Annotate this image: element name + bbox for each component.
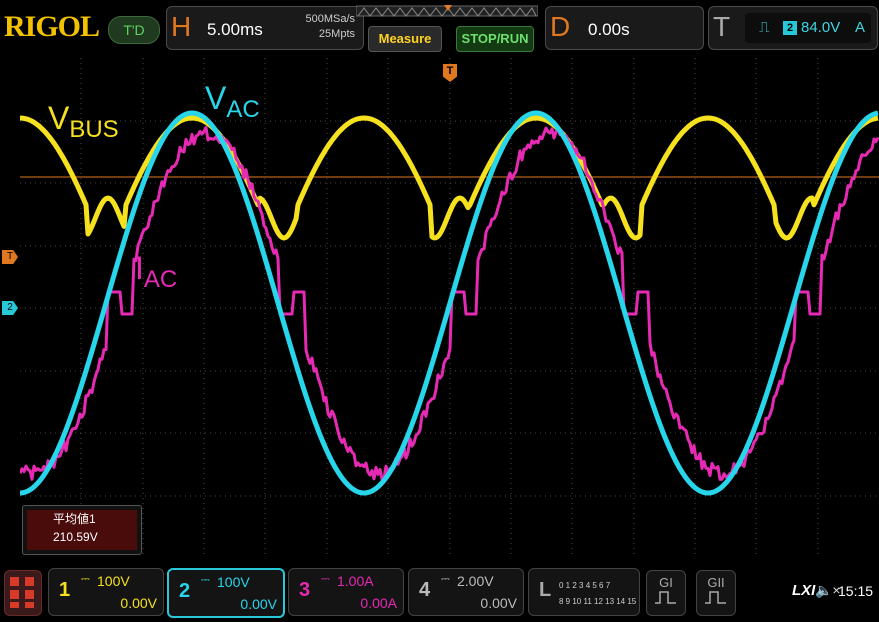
timebase-value: 5.00ms (207, 20, 263, 40)
ch2-offset: 0.00V (240, 596, 277, 612)
horizontal-letter: H (171, 11, 191, 43)
ch3-number: 3 (299, 579, 310, 602)
logic-analyzer-box[interactable]: L 0 1 2 3 4 5 6 7 8 9 10 11 12 13 14 15 (528, 568, 640, 616)
rising-edge-icon: ⎍ (759, 19, 770, 36)
vac-label: VAC (205, 80, 260, 124)
clock: 15:15 (838, 583, 873, 599)
ch4-offset: 0.00V (480, 595, 517, 611)
square-wave-icon (704, 590, 728, 604)
trigger-settings: ⎍ 2 84.0V A (745, 13, 871, 43)
waveform-display[interactable] (20, 58, 879, 558)
memory-position-strip[interactable] (356, 4, 538, 18)
dc-coupling-icon: ⎓ (81, 573, 90, 586)
logic-letter: L (539, 579, 551, 602)
memory-depth: 25Mpts (319, 28, 355, 40)
generator-2-button[interactable]: GII (696, 570, 736, 616)
measurement-value: 210.59V (53, 530, 98, 544)
square-wave-icon (654, 590, 678, 604)
dc-coupling-icon: ⎓ (321, 573, 330, 586)
ch4-number: 4 (419, 579, 430, 602)
vac-waveform (20, 113, 878, 493)
ch2-number: 2 (179, 580, 190, 603)
trigger-panel[interactable]: T ⎍ 2 84.0V A (708, 6, 878, 50)
ch1-scale: 100V (97, 573, 130, 589)
trigger-status-badge[interactable]: T'D (108, 16, 160, 44)
channel-2-box[interactable]: 2 ⎓ 100V 0.00V (167, 568, 285, 618)
generator-2-label: GII (697, 575, 735, 590)
top-status-bar: RIGOL T'D H 5.00ms 500MSa/s 25Mpts Measu… (0, 0, 879, 58)
ch4-scale: 2.00V (457, 573, 494, 589)
dc-coupling-icon: ⎓ (201, 574, 210, 587)
ch3-scale: 1.00A (337, 573, 374, 589)
delay-panel[interactable]: D 0.00s (545, 6, 704, 50)
measurement-box[interactable]: 平均値1 210.59V (22, 505, 142, 555)
channel-3-box[interactable]: 3 ⎓ 1.00A 0.00A (288, 568, 404, 616)
sample-rate: 500MSa/s (305, 13, 355, 25)
logic-channels-0-7: 0 1 2 3 4 5 6 7 (559, 581, 610, 590)
dc-coupling-icon: ⎓ (441, 573, 450, 586)
ch3-offset: 0.00A (360, 595, 397, 611)
delay-letter: D (550, 11, 570, 43)
bottom-channel-bar: 1 ⎓ 100V 0.00V 2 ⎓ 100V 0.00V 3 ⎓ 1.00A … (0, 562, 879, 622)
trigger-source: 2 (783, 21, 797, 35)
generator-1-label: GI (647, 575, 685, 590)
trigger-level: 84.0V (801, 19, 840, 36)
vbus-label: VBUS (48, 100, 119, 144)
ch2-offset-marker[interactable]: 2 (2, 301, 18, 315)
channel-4-box[interactable]: 4 ⎓ 2.00V 0.00V (408, 568, 524, 616)
trigger-mode: A (855, 19, 865, 36)
trigger-level-marker[interactable]: T (2, 250, 18, 264)
iac-label: IAC (135, 250, 177, 294)
logic-channels-8-15: 8 9 10 11 12 13 14 15 (559, 597, 636, 606)
measurement-name: 平均値1 (53, 510, 96, 527)
delay-value: 0.00s (588, 20, 630, 40)
ch2-scale: 100V (217, 574, 250, 590)
main-menu-button[interactable] (4, 570, 42, 616)
measure-button[interactable]: Measure (368, 26, 442, 52)
channel-1-box[interactable]: 1 ⎓ 100V 0.00V (48, 568, 164, 616)
ch1-number: 1 (59, 579, 70, 602)
lxi-icon[interactable]: LXI (792, 582, 815, 599)
generator-1-button[interactable]: GI (646, 570, 686, 616)
trigger-letter: T (713, 11, 730, 43)
stop-run-button[interactable]: STOP/RUN (456, 26, 534, 52)
horizontal-panel[interactable]: H 5.00ms 500MSa/s 25Mpts (166, 6, 364, 50)
speaker-muted-icon[interactable]: 🔈× (815, 582, 841, 599)
rigol-logo: RIGOL (4, 10, 99, 44)
ch1-offset: 0.00V (120, 595, 157, 611)
